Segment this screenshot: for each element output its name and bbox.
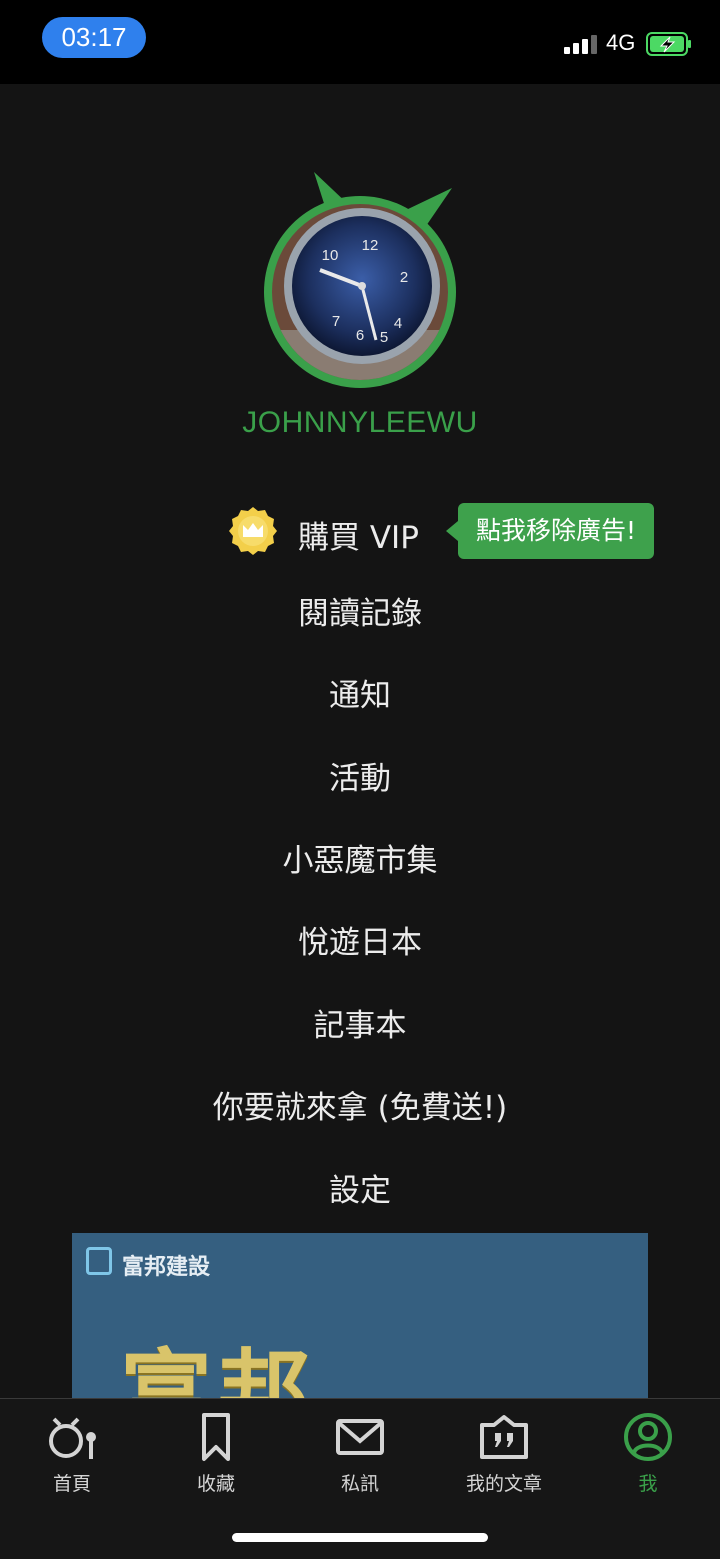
crown-badge-icon (229, 507, 277, 555)
ad-headline: 富邦 (120, 1339, 317, 1399)
svg-text:7: 7 (332, 313, 340, 330)
buy-vip-label: 購買 VIP (298, 520, 419, 556)
svg-text:2: 2 (400, 269, 408, 286)
status-time: 03:17 (42, 17, 146, 58)
tab-favorites-label: 收藏 (196, 1473, 235, 1495)
svg-text:5: 5 (380, 329, 388, 346)
tab-home-label: 首頁 (52, 1473, 91, 1495)
network-type: 4G (606, 30, 636, 55)
home-indicator[interactable] (232, 1533, 488, 1542)
menu-item-events[interactable]: 活動 (0, 754, 720, 804)
home-devil-icon (49, 1417, 96, 1459)
svg-text:4: 4 (394, 315, 402, 332)
tab-me-label: 我 (638, 1473, 658, 1495)
avatar[interactable]: 12 10 2 7 6 4 5 (258, 170, 462, 394)
ad-logo-icon (86, 1247, 112, 1275)
svg-text:12: 12 (362, 237, 379, 254)
svg-text:10: 10 (322, 247, 339, 264)
battery-charging-icon (646, 32, 691, 56)
wristwatch-avatar-icon: 12 10 2 7 6 4 5 (264, 172, 456, 388)
ad-brand: 富邦建設 (122, 1255, 211, 1280)
article-icon (480, 1415, 528, 1459)
bookmark-icon (202, 1413, 230, 1461)
menu-item-japan-travel[interactable]: 悅遊日本 (0, 918, 720, 968)
signal-icon (564, 35, 597, 54)
menu-item-market[interactable]: 小惡魔市集 (0, 836, 720, 886)
menu-item-notebook[interactable]: 記事本 (0, 1001, 720, 1051)
tab-messages-label: 私訊 (340, 1473, 379, 1495)
tab-me[interactable]: 我 (576, 1411, 720, 1501)
status-bar: 03:17 4G (0, 0, 720, 84)
tab-my-articles-label: 我的文章 (465, 1473, 542, 1495)
ad-banner[interactable]: 富邦建設 富邦 (72, 1233, 648, 1399)
username[interactable]: JOHNNYLEEWU (0, 406, 720, 440)
svg-text:6: 6 (356, 327, 364, 344)
tab-my-articles[interactable]: 我的文章 (432, 1411, 576, 1501)
menu-item-settings[interactable]: 設定 (0, 1166, 720, 1216)
tab-favorites[interactable]: 收藏 (144, 1411, 288, 1501)
tab-messages[interactable]: 私訊 (288, 1411, 432, 1501)
mail-icon (336, 1419, 384, 1455)
menu-item-notifications[interactable]: 通知 (0, 671, 720, 721)
menu-item-reading-history[interactable]: 閱讀記錄 (0, 589, 720, 639)
tab-home[interactable]: 首頁 (0, 1411, 144, 1501)
menu-item-free-giveaway[interactable]: 你要就來拿 (免費送!) (0, 1083, 720, 1133)
profile-icon (624, 1413, 672, 1461)
remove-ad-tooltip[interactable]: 點我移除廣告! (446, 503, 654, 559)
